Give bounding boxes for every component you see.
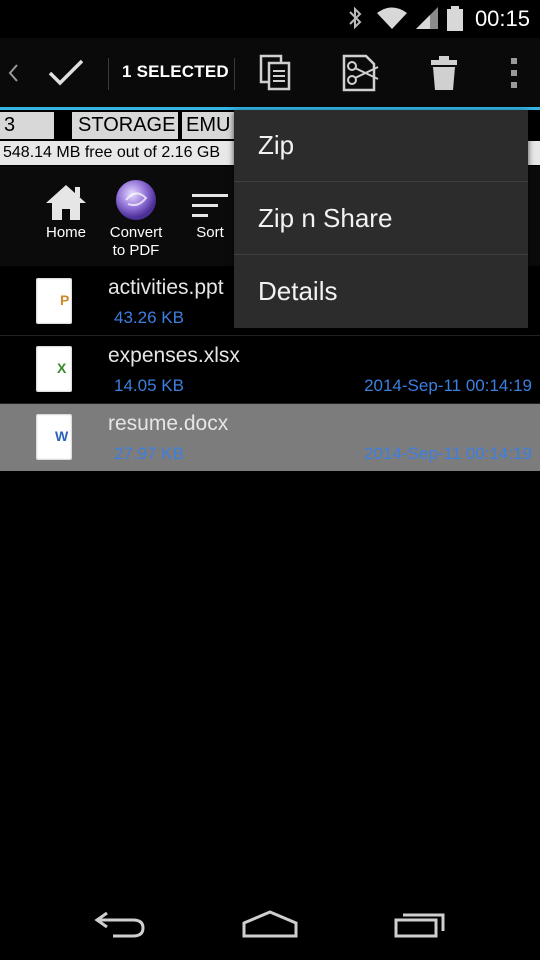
path-segment[interactable]: 3 — [0, 112, 54, 139]
file-type-glyph: X — [57, 360, 67, 376]
file-name: expenses.xlsx — [108, 344, 240, 367]
convert-label-2: to PDF — [112, 242, 160, 259]
action-divider — [108, 58, 109, 90]
clock: 00:15 — [474, 6, 530, 31]
menu-item-label: Zip n Share — [258, 203, 393, 233]
navigation-bar — [0, 888, 540, 960]
overflow-menu-icon[interactable] — [500, 38, 528, 108]
contextual-action-bar: 1 SELECTED — [0, 38, 540, 108]
excel-file-icon: X — [36, 346, 72, 392]
delete-icon[interactable] — [418, 38, 470, 108]
selection-count: 1 SELECTED — [122, 62, 229, 81]
back-chevron-icon[interactable] — [0, 38, 26, 108]
action-divider — [234, 58, 235, 90]
status-bar: 00:15 — [0, 0, 540, 38]
menu-item-label: Zip — [258, 130, 295, 160]
file-name: resume.docx — [108, 412, 229, 435]
file-name: activities.ppt — [108, 276, 224, 299]
file-type-glyph: P — [60, 292, 70, 308]
home-nav-icon[interactable] — [230, 902, 310, 946]
battery-icon — [446, 6, 464, 37]
file-type-glyph: W — [55, 428, 69, 444]
word-file-icon: W — [36, 414, 72, 460]
copy-icon[interactable] — [250, 38, 302, 108]
menu-item-label: Details — [258, 276, 338, 306]
file-row-selected[interactable]: W resume.docx 27.97 KB 2014-Sep-11 00:14… — [0, 404, 540, 471]
cut-icon[interactable] — [334, 38, 386, 108]
file-row[interactable]: X expenses.xlsx 14.05 KB 2014-Sep-11 00:… — [0, 336, 540, 404]
overflow-menu: Zip Zip n Share Details — [234, 110, 528, 328]
file-date: 2014-Sep-11 00:14:19 — [364, 376, 532, 395]
signal-icon — [414, 6, 440, 35]
path-segment[interactable]: STORAGE — [72, 112, 178, 139]
menu-item-zip[interactable]: Zip — [234, 110, 528, 182]
back-icon[interactable] — [80, 902, 160, 946]
wifi-icon — [376, 6, 408, 35]
path-segment[interactable]: EMU — [182, 112, 242, 139]
powerpoint-file-icon: P — [36, 278, 72, 324]
menu-item-details[interactable]: Details — [234, 256, 528, 328]
file-date: 2014-Sep-11 00:14:19 — [364, 444, 532, 463]
file-size: 27.97 KB — [114, 444, 184, 463]
recent-apps-icon[interactable] — [380, 902, 460, 946]
menu-item-zip-n-share[interactable]: Zip n Share — [234, 183, 528, 255]
done-check-icon[interactable] — [38, 38, 94, 108]
file-size: 43.26 KB — [114, 308, 184, 327]
file-size: 14.05 KB — [114, 376, 184, 395]
bluetooth-icon — [346, 6, 364, 35]
